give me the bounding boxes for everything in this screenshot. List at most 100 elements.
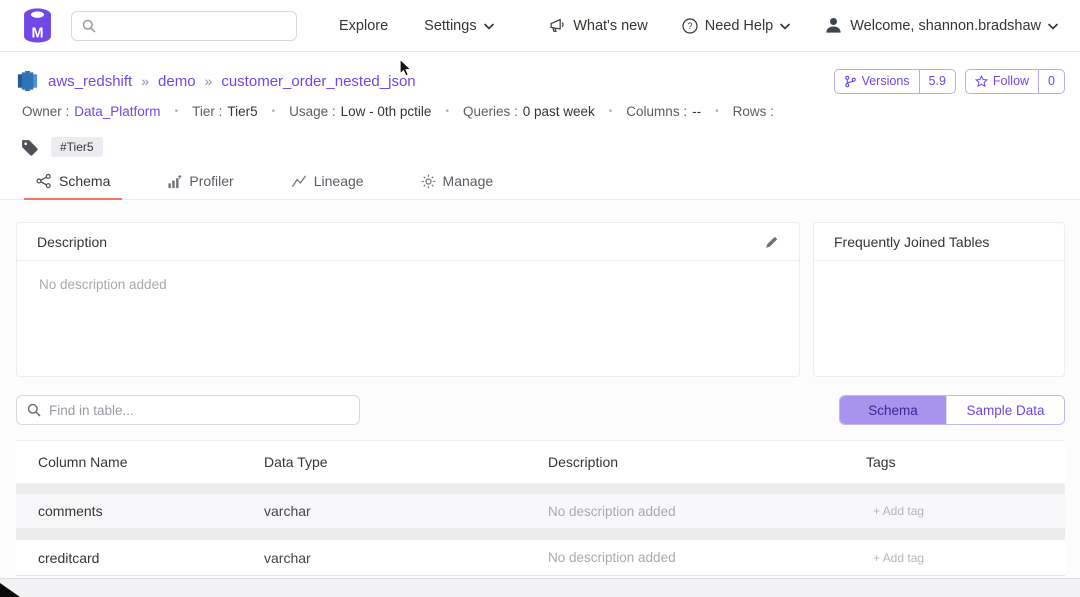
meta-label: Usage : — [289, 104, 336, 119]
breadcrumb-table[interactable]: customer_order_nested_json — [221, 73, 415, 90]
meta-owner: Owner : Data_Platform — [22, 104, 161, 119]
follow-button[interactable]: Follow 0 — [965, 69, 1065, 94]
toggle-schema-button[interactable]: Schema — [840, 396, 946, 424]
entity-meta: Owner : Data_Platform • Tier : Tier5 • U… — [22, 104, 1065, 119]
versions-branch-icon — [844, 75, 857, 88]
entity-actions: Versions 5.9 Follow 0 — [834, 69, 1065, 94]
summary-cards: Description No description added Frequen… — [0, 200, 1080, 377]
entity-header: aws_redshift » demo » customer_order_nes… — [16, 68, 1065, 94]
owner-link[interactable]: Data_Platform — [74, 104, 160, 119]
frequently-joined-tables-card: Frequently Joined Tables — [813, 222, 1065, 377]
cell-data-type: varchar — [264, 550, 548, 566]
app-root: M Explore Settings What's new — [0, 0, 1080, 597]
cell-data-type: varchar — [264, 503, 548, 519]
need-help-menu[interactable]: ? Need Help — [682, 18, 791, 34]
description-empty-text: No description added — [17, 261, 799, 308]
frequently-joined-tables-title: Frequently Joined Tables — [834, 234, 989, 250]
cell-description[interactable]: No description added — [548, 550, 866, 565]
chevron-down-icon — [780, 18, 790, 34]
user-welcome-label: Welcome, shannon.bradshaw — [850, 18, 1041, 34]
meta-columns: Columns : -- — [626, 104, 701, 119]
tab-label: Lineage — [314, 173, 364, 189]
col-header-name: Column Name — [38, 454, 264, 470]
meta-label: Tier : — [192, 104, 222, 119]
chevron-down-icon — [484, 18, 494, 34]
svg-text:M: M — [31, 25, 43, 41]
tag-chip-tier5[interactable]: #Tier5 — [51, 137, 103, 157]
separator-dot: • — [609, 106, 613, 117]
row-divider — [16, 528, 1065, 540]
follow-label: Follow — [993, 74, 1029, 88]
edit-pencil-icon[interactable] — [765, 235, 779, 249]
star-icon — [975, 75, 988, 88]
meta-queries: Queries : 0 past week — [463, 104, 595, 119]
versions-button[interactable]: Versions 5.9 — [834, 69, 956, 94]
user-menu[interactable]: Welcome, shannon.bradshaw — [824, 16, 1058, 35]
toggle-sample-data-button[interactable]: Sample Data — [946, 396, 1064, 424]
table-row: creditcard varchar No description added … — [16, 540, 1065, 576]
tab-label: Profiler — [189, 173, 233, 189]
search-input[interactable] — [104, 18, 286, 33]
breadcrumb-service[interactable]: aws_redshift — [48, 73, 132, 90]
breadcrumb-separator: » — [205, 73, 213, 89]
top-navbar: M Explore Settings What's new — [0, 0, 1080, 52]
tags-row: #Tier5 — [20, 135, 1065, 159]
meta-label: Queries : — [463, 104, 518, 119]
need-help-label: Need Help — [705, 18, 774, 34]
separator-dot: • — [715, 106, 719, 117]
megaphone-icon — [549, 17, 566, 34]
nav-settings-label: Settings — [424, 18, 476, 34]
redshift-icon — [16, 69, 39, 93]
schema-tab-icon — [36, 173, 52, 189]
breadcrumb-database[interactable]: demo — [158, 73, 196, 90]
col-header-description: Description — [548, 454, 866, 470]
tag-icon — [20, 138, 39, 157]
table-header-row: Column Name Data Type Description Tags — [16, 441, 1065, 484]
meta-rows: Rows : — [733, 104, 779, 119]
global-search — [71, 11, 297, 41]
col-header-tags: Tags — [866, 454, 1065, 470]
cell-description[interactable]: No description added — [548, 504, 866, 519]
tab-label: Manage — [443, 173, 494, 189]
manage-tab-icon — [421, 174, 436, 189]
meta-label: Columns : — [626, 104, 687, 119]
meta-label: Rows : — [733, 104, 774, 119]
row-divider — [16, 484, 1065, 494]
separator-dot: • — [272, 106, 276, 117]
meta-usage: Usage : Low - 0th pctile — [289, 104, 431, 119]
tab-profiler[interactable]: Profiler — [155, 173, 245, 199]
frequently-joined-tables-body — [814, 261, 1064, 293]
meta-value: Tier5 — [227, 104, 257, 119]
nav-explore[interactable]: Explore — [339, 18, 388, 34]
add-tag-button[interactable]: + Add tag — [866, 551, 1065, 565]
meta-value: 0 past week — [523, 104, 595, 119]
footer-strip — [0, 578, 1080, 597]
follow-count: 0 — [1038, 70, 1064, 93]
separator-dot: • — [445, 106, 449, 117]
profiler-tab-icon — [167, 174, 182, 189]
whats-new-button[interactable]: What's new — [549, 17, 648, 34]
tab-lineage[interactable]: Lineage — [279, 173, 376, 199]
cell-column-name: comments — [38, 503, 264, 519]
view-toggle: Schema Sample Data — [839, 395, 1065, 425]
tab-manage[interactable]: Manage — [409, 173, 506, 199]
nav-settings[interactable]: Settings — [424, 18, 493, 34]
nav-links: Explore Settings — [339, 18, 494, 34]
help-circle-icon: ? — [682, 18, 698, 34]
search-icon — [82, 19, 96, 33]
find-in-table-input[interactable] — [49, 403, 349, 418]
cell-column-name: creditcard — [38, 550, 264, 566]
find-in-table-search — [16, 395, 360, 425]
openmetadata-logo[interactable]: M — [22, 8, 53, 44]
tab-schema[interactable]: Schema — [24, 173, 122, 199]
tab-label: Schema — [59, 173, 110, 189]
breadcrumb: aws_redshift » demo » customer_order_nes… — [16, 69, 416, 93]
add-tag-button[interactable]: + Add tag — [866, 504, 1065, 518]
user-avatar-icon — [824, 16, 843, 35]
schema-table: Column Name Data Type Description Tags c… — [16, 440, 1065, 576]
main-content: Description No description added Frequen… — [0, 200, 1080, 594]
description-card: Description No description added — [16, 222, 800, 377]
meta-value: Low - 0th pctile — [341, 104, 432, 119]
versions-count: 5.9 — [919, 70, 955, 93]
nav-right: What's new ? Need Help Welcome, shannon.… — [549, 16, 1058, 35]
